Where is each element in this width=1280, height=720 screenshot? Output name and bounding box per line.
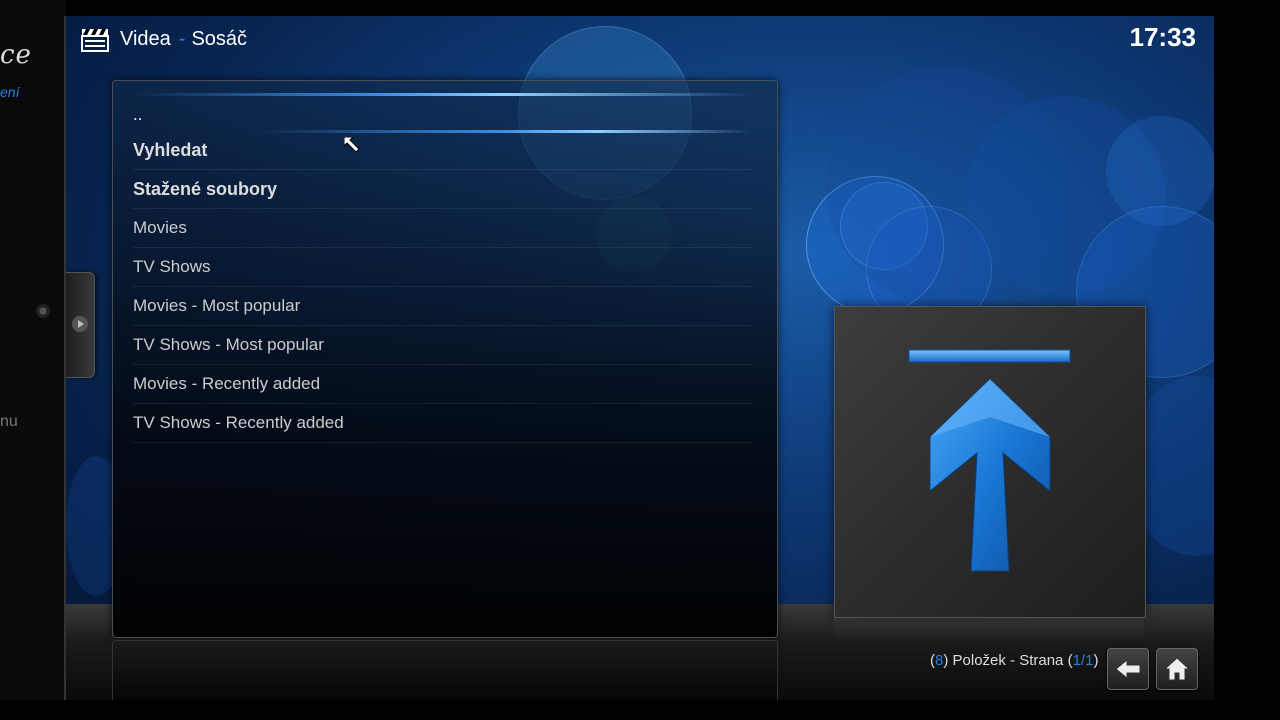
addon-title: Sosáč	[191, 27, 248, 50]
page-current: 1	[1072, 652, 1081, 669]
side-menu-toggle[interactable]	[66, 272, 95, 378]
side-menu-link-fragment[interactable]: ení	[0, 84, 19, 100]
title-separator: -	[178, 27, 186, 50]
list-item-tv-shows-recent[interactable]: TV Shows - Recently added	[133, 404, 753, 443]
list-item-label: TV Shows - Recently added	[133, 413, 344, 432]
list-item-tv-shows[interactable]: TV Shows	[133, 248, 753, 287]
list-item-movies[interactable]: Movies	[133, 209, 753, 248]
list-item-movies-recent[interactable]: Movies - Recently added	[133, 365, 753, 404]
items-label: Položek - Strana	[948, 652, 1068, 669]
main-window: Videa - Sosáč 17:33 .. Vyhledat Stažené …	[66, 16, 1214, 700]
list-item-label: Movies - Recently added	[133, 374, 321, 393]
list-item-downloads[interactable]: Stažené soubory	[133, 170, 753, 209]
list-item-label: TV Shows - Most popular	[133, 335, 324, 354]
clapperboard-icon	[81, 29, 109, 52]
folder-up-arrow-icon	[908, 349, 1071, 572]
list-item-movies-popular[interactable]: Movies - Most popular	[133, 287, 753, 326]
file-list-panel: .. Vyhledat Stažené soubory Movies TV Sh…	[112, 80, 778, 638]
back-button[interactable]	[1107, 648, 1149, 690]
window-header: Videa - Sosáč	[80, 22, 247, 56]
info-panel	[112, 640, 778, 700]
clock: 17:33	[1129, 22, 1197, 52]
back-arrow-icon	[1115, 658, 1141, 680]
item-thumbnail	[834, 306, 1146, 618]
list-item-label: Stažené soubory	[133, 178, 278, 199]
list-item-label: ..	[133, 105, 143, 124]
section-title: Videa	[120, 27, 171, 50]
side-menu-panel: ce ení nu	[0, 0, 66, 700]
side-menu-radio-icon[interactable]	[36, 304, 50, 318]
side-menu-item-fragment[interactable]: nu	[0, 413, 18, 431]
list-item-label: Movies	[133, 218, 187, 237]
home-icon	[1163, 657, 1191, 681]
item-count-status: (8) Položek - Strana (1/1)	[930, 652, 1098, 669]
list-item-label: Movies - Most popular	[133, 296, 301, 315]
thumbnail-reflection	[834, 618, 1144, 640]
list-item-parent-folder[interactable]: ..	[133, 93, 753, 133]
list-item-label: TV Shows	[133, 257, 211, 276]
mouse-cursor-icon	[344, 137, 360, 153]
list-item-search[interactable]: Vyhledat	[133, 131, 753, 170]
home-button[interactable]	[1156, 648, 1198, 690]
background-bokeh	[1106, 116, 1214, 226]
list-item-label: Vyhledat	[133, 139, 208, 160]
chevron-right-icon	[72, 316, 88, 332]
status-paren: )	[1093, 652, 1099, 669]
file-list: .. Vyhledat Stažené soubory Movies TV Sh…	[133, 93, 753, 443]
list-item-tv-shows-popular[interactable]: TV Shows - Most popular	[133, 326, 753, 365]
side-menu-logo-fragment: ce	[0, 40, 32, 70]
